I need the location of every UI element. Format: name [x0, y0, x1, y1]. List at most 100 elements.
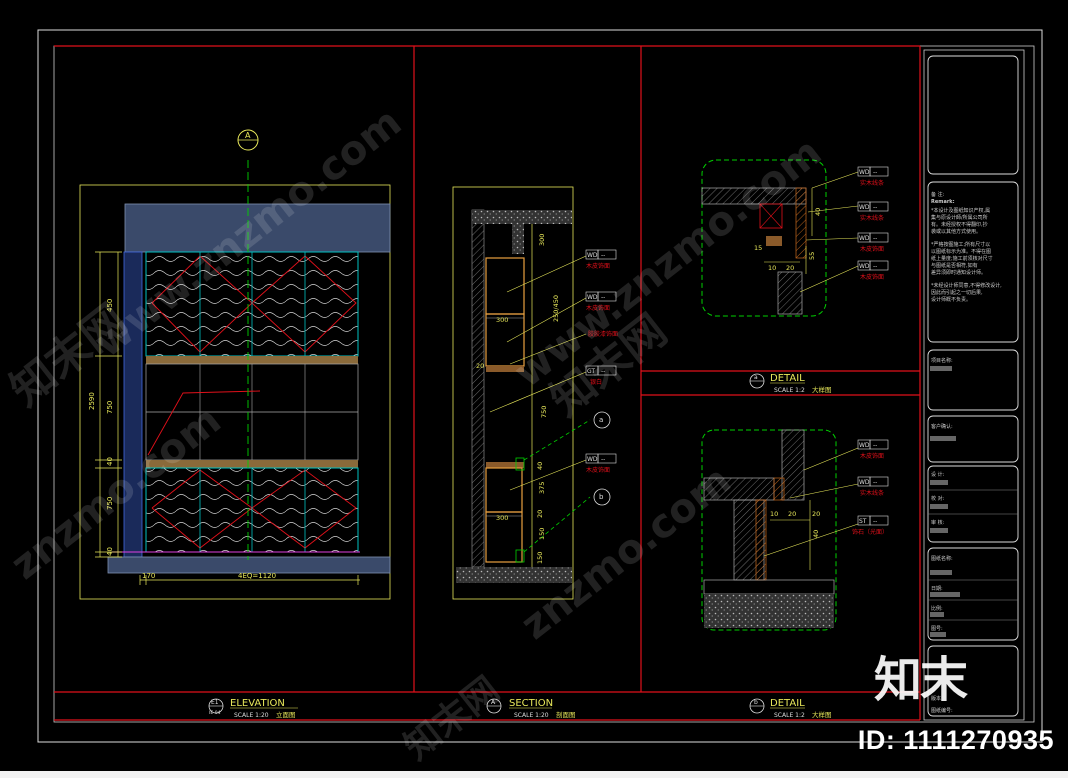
tag-num: -- [873, 235, 877, 242]
db-dim-20: 20 [788, 510, 796, 518]
sec-dim-375: 375 [538, 482, 546, 494]
elev-dim-40b: 40 [106, 547, 114, 556]
sec-dim-750: 750 [540, 406, 548, 418]
section-tags: WD -- 木皮饰面 WD -- 木皮饰面 胶胶漆饰面 GT -- 银白 WD … [585, 249, 618, 501]
remark-line: *严格按图施工;所有尺寸以 [931, 241, 990, 248]
tag-code: WD [859, 479, 870, 486]
remark-line: 集与原设计師/所属公司所 [931, 214, 988, 221]
section-tag-3: 胶胶漆饰面 [588, 330, 618, 338]
title-cn: 立面图 [276, 710, 296, 719]
tag-material: 实木线条 [860, 179, 884, 187]
tag-material: 实木线条 [860, 214, 884, 222]
da-dim-10: 10 [768, 264, 776, 272]
title-code: b [754, 699, 758, 706]
remark-line: 有。未经授权不得翻印,抄 [931, 221, 988, 228]
title-detail-b: b DETAIL SCALE 1:2 大样图 [749, 698, 832, 719]
tag-num: -- [601, 294, 605, 301]
tag-num: -- [873, 518, 877, 525]
tag-num: -- [873, 169, 877, 176]
detail-b-tag-2: WD -- 实木线条 [857, 476, 889, 497]
title-name: DETAIL [770, 373, 805, 384]
remark-line: *未经设计师同意,不得修改设计, [931, 282, 1002, 289]
tag-num: -- [601, 368, 605, 375]
section-tag-2: WD -- 木皮饰面 [585, 291, 617, 312]
elevation-drawing [79, 129, 391, 600]
tag-material: 胶胶漆饰面 [588, 330, 618, 338]
title-sub: IE-04 [209, 710, 221, 716]
da-dim-15: 15 [754, 244, 762, 252]
remark-line: 因此而引起之一切后果, [931, 289, 983, 296]
detail-a-tag-2: WD -- 实木线条 [857, 201, 889, 222]
sec-dim-150a: 150 [538, 528, 546, 540]
detail-a-tag-4: WD -- 木皮饰面 [857, 260, 889, 281]
sec-dim-20: 20 [536, 510, 544, 518]
title-scale: SCALE 1:2 [774, 387, 805, 394]
tag-material: 银白 [590, 378, 602, 386]
tag-num: -- [873, 479, 877, 486]
detail-a-tags: WD -- 实木线条 WD -- 实木线条 WD -- 木皮饰面 WD -- 木… [857, 166, 889, 281]
section-tag-1: WD -- 木皮饰面 [585, 249, 617, 270]
title-cn: 大样图 [812, 385, 832, 394]
sec-dim-300c: 300 [496, 514, 508, 522]
tag-material: 木皮饰面 [860, 273, 884, 281]
remark-line: 袭或以其他方式使用。 [931, 228, 981, 235]
remark-line: 设计师概不负责。 [931, 296, 971, 303]
title-name: ELEVATION [230, 698, 285, 709]
field-label: 客户确认: [931, 423, 953, 430]
title-cn: 大样图 [812, 710, 832, 719]
remark-en: Remark: [931, 199, 955, 205]
da-dim-40: 40 [814, 208, 822, 216]
tag-material: 木皮饰面 [860, 245, 884, 253]
tag-code: WD [587, 294, 598, 301]
field-label: 图纸名称: [931, 555, 953, 562]
tag-num: -- [601, 252, 605, 259]
elev-dim-170: 170 [142, 572, 155, 580]
section-callout-a-label: a [599, 416, 603, 424]
field-label: 日期: [931, 586, 943, 592]
field-label: 图号: [931, 626, 943, 632]
title-code: E1 [211, 699, 219, 706]
title-code: a [754, 374, 758, 381]
db-dim-10: 10 [770, 510, 778, 518]
sec-dim-20b: 20 [476, 362, 484, 370]
remark-line: 纸上量度;施工前须核对尺寸 [931, 255, 993, 262]
detail-b-dimensions: 10 20 40 20 [770, 510, 820, 538]
section-tag-5: WD -- 木皮饰面 [585, 453, 617, 474]
elev-dim-450: 450 [106, 299, 114, 312]
site-logo: 知末 [874, 652, 968, 708]
title-block [923, 49, 1025, 721]
title-section: A SECTION SCALE 1:20 剖面图 [486, 698, 576, 719]
title-code: A [491, 699, 496, 706]
sec-dim-300b: 300 [496, 316, 508, 324]
tag-code: GT [587, 368, 595, 375]
tag-num: -- [873, 442, 877, 449]
sec-dim-250: 250/450 [552, 295, 560, 322]
field-label: 比例: [931, 605, 943, 612]
detail-b-tag-3: ST -- 饰石（光面） [852, 515, 889, 536]
remark-line: 差异须即时通知设计师。 [931, 269, 986, 276]
title-cn: 剖面图 [556, 710, 576, 719]
tag-code: ST [859, 518, 867, 525]
sec-dim-300a: 300 [538, 234, 546, 246]
title-name: SECTION [509, 698, 553, 709]
field-label: 审 核: [931, 519, 945, 526]
field-label: 设 计: [931, 471, 945, 478]
field-label: 校 对: [931, 495, 945, 502]
tag-code: WD [859, 442, 870, 449]
inner-border [53, 45, 1035, 723]
remark-title: 备 注: [931, 191, 945, 198]
elev-dim-750a: 750 [106, 401, 114, 414]
detail-a-tag-3: WD -- 木皮饰面 [857, 232, 889, 253]
title-name: DETAIL [770, 698, 805, 709]
tag-num: -- [873, 263, 877, 270]
elev-dim-2590: 2590 [88, 392, 96, 410]
db-dim-20b: 20 [812, 510, 820, 518]
tag-num: -- [873, 204, 877, 211]
tag-code: WD [859, 263, 870, 270]
image-id-label: ID: 1111270935 [857, 725, 1054, 755]
remark-line: 与图纸是否相符,如有 [931, 262, 978, 269]
tag-material: 木皮饰面 [860, 452, 884, 460]
remark-line: *本设计及图纸知识产权,属 [931, 207, 990, 214]
tag-material: 木皮饰面 [586, 304, 610, 312]
da-dim-20: 20 [786, 264, 794, 272]
